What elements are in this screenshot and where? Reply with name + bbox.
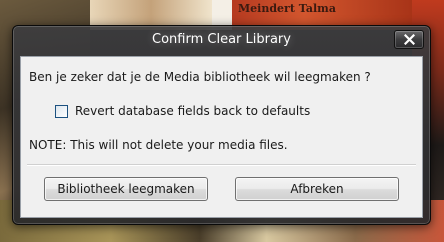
screen: Meindert Talma Confirm Clear Library Ben… — [0, 0, 444, 242]
close-icon — [404, 34, 415, 45]
revert-defaults-checkbox[interactable] — [55, 105, 68, 118]
dialog-client-area: Ben je zeker dat je de Media bibliotheek… — [20, 56, 423, 218]
cancel-button[interactable]: Afbreken — [235, 177, 399, 201]
clear-library-button[interactable]: Bibliotheek leegmaken — [44, 177, 208, 201]
note-text: NOTE: This will not delete your media fi… — [29, 138, 288, 152]
divider — [27, 164, 416, 166]
close-button[interactable] — [394, 30, 424, 49]
confirm-question: Ben je zeker dat je de Media bibliotheek… — [29, 70, 371, 84]
dialog-title: Confirm Clear Library — [152, 32, 291, 47]
album-caption: Meindert Talma — [238, 2, 336, 15]
revert-defaults-label[interactable]: Revert database fields back to defaults — [75, 104, 310, 118]
confirm-clear-library-dialog: Confirm Clear Library Ben je zeker dat j… — [12, 25, 431, 225]
dialog-titlebar[interactable]: Confirm Clear Library — [13, 26, 430, 55]
